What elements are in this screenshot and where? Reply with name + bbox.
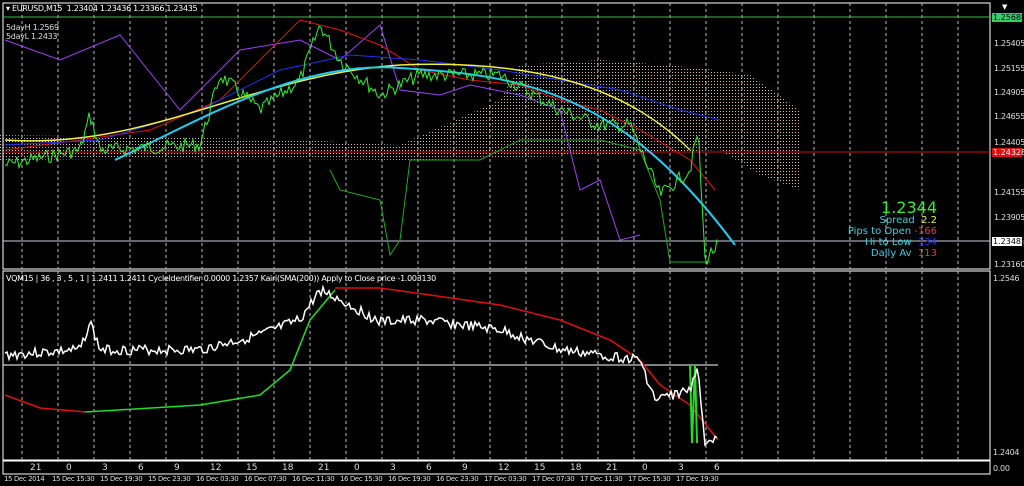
spread-value: 2.2 [921,215,937,226]
price-axis-label: 1.25405 [994,39,1024,48]
price-axis-label: 1.23160 [994,260,1024,269]
date-label: 17 Dec 07:30 [532,475,575,483]
hour-label: 18 [282,463,294,473]
hour-label: 21 [30,463,42,473]
hour-label: 9 [174,463,180,473]
hour-label: 15 [534,463,546,473]
hour-label: 21 [606,463,618,473]
hour-label: 6 [426,463,432,473]
vqm-red-segment [4,394,86,413]
hour-label: 6 [714,463,720,473]
indicator-header: VQM15 | 36 , 3 , 5 , 1 | 1.2411 1.2411 C… [6,274,436,283]
spread-label: Spread [879,215,915,226]
date-label: 16 Dec 07:30 [244,475,287,483]
high-tag: 1.25688 [992,13,1024,22]
hour-label: 3 [102,463,108,473]
date-label: 16 Dec 11:30 [292,475,335,483]
date-label: 16 Dec 03:30 [196,475,239,483]
indicator-axis-zero: 0.00 [993,464,1010,473]
price-axis-label: 1.25155 [994,64,1024,73]
hour-axis-border [2,460,991,475]
date-label: 15 Dec 2014 [4,475,45,483]
symbol-header: ▾ EURUSD,M15 1.23404 1.23436 1.23366 1.2… [6,4,198,13]
price-axis-label: 1.24655 [994,112,1024,121]
hilo-value: 134 [917,237,937,248]
hour-label: 12 [210,463,222,473]
week-low-label: 5dayL 1.2433 [6,32,58,41]
price-axis-label: 1.24405 [994,138,1024,147]
daily-value: 113 [917,248,937,259]
hour-label: 18 [570,463,582,473]
pips-label: Pips to Open [847,226,912,237]
hour-label: 0 [66,463,72,473]
hour-label: 12 [498,463,510,473]
indicator-axis-top: 1.2546 [993,274,1020,283]
hour-label: 3 [390,463,396,473]
price-axis-label: 1.24905 [994,88,1024,97]
hour-label: 9 [462,463,468,473]
price-axis-label: 1.24155 [994,188,1024,197]
kairi-line [4,284,718,447]
current-price: 1.2344 [881,198,937,217]
current-price-tag: 1.23485 [992,237,1024,246]
hour-label: 0 [354,463,360,473]
hour-label: 0 [642,463,648,473]
date-label: 16 Dec 19:30 [388,475,431,483]
daily-label: Daily Av [870,248,912,259]
hour-label: 6 [138,463,144,473]
hour-label: 15 [246,463,258,473]
pips-value: -166 [914,226,937,237]
date-label: 15 Dec 19:30 [100,475,143,483]
hour-label: 3 [678,463,684,473]
price-axis-label: 1.23905 [994,213,1024,222]
date-label: 16 Dec 23:30 [436,475,479,483]
date-label: 15 Dec 23:30 [148,475,191,483]
open-tag: 1.24328 [992,148,1024,157]
date-label: 17 Dec 11:30 [580,475,623,483]
hour-label: 21 [318,463,330,473]
date-label: 15 Dec 15:30 [52,475,95,483]
date-label: 16 Dec 15:30 [340,475,383,483]
week-high-label: 5dayH 1.2569 [6,23,59,32]
dropdown-arrow-icon[interactable]: ▼ [1002,3,1007,11]
date-label: 17 Dec 03:30 [484,475,527,483]
vqm-spike [689,364,698,444]
date-label: 17 Dec 15:30 [628,475,671,483]
hilo-label: Hi to Low [865,237,912,248]
ichimoku-cloud [0,60,800,190]
date-label: 17 Dec 19:30 [676,475,719,483]
indicator-axis-bottom: 1.2404 [993,448,1020,457]
